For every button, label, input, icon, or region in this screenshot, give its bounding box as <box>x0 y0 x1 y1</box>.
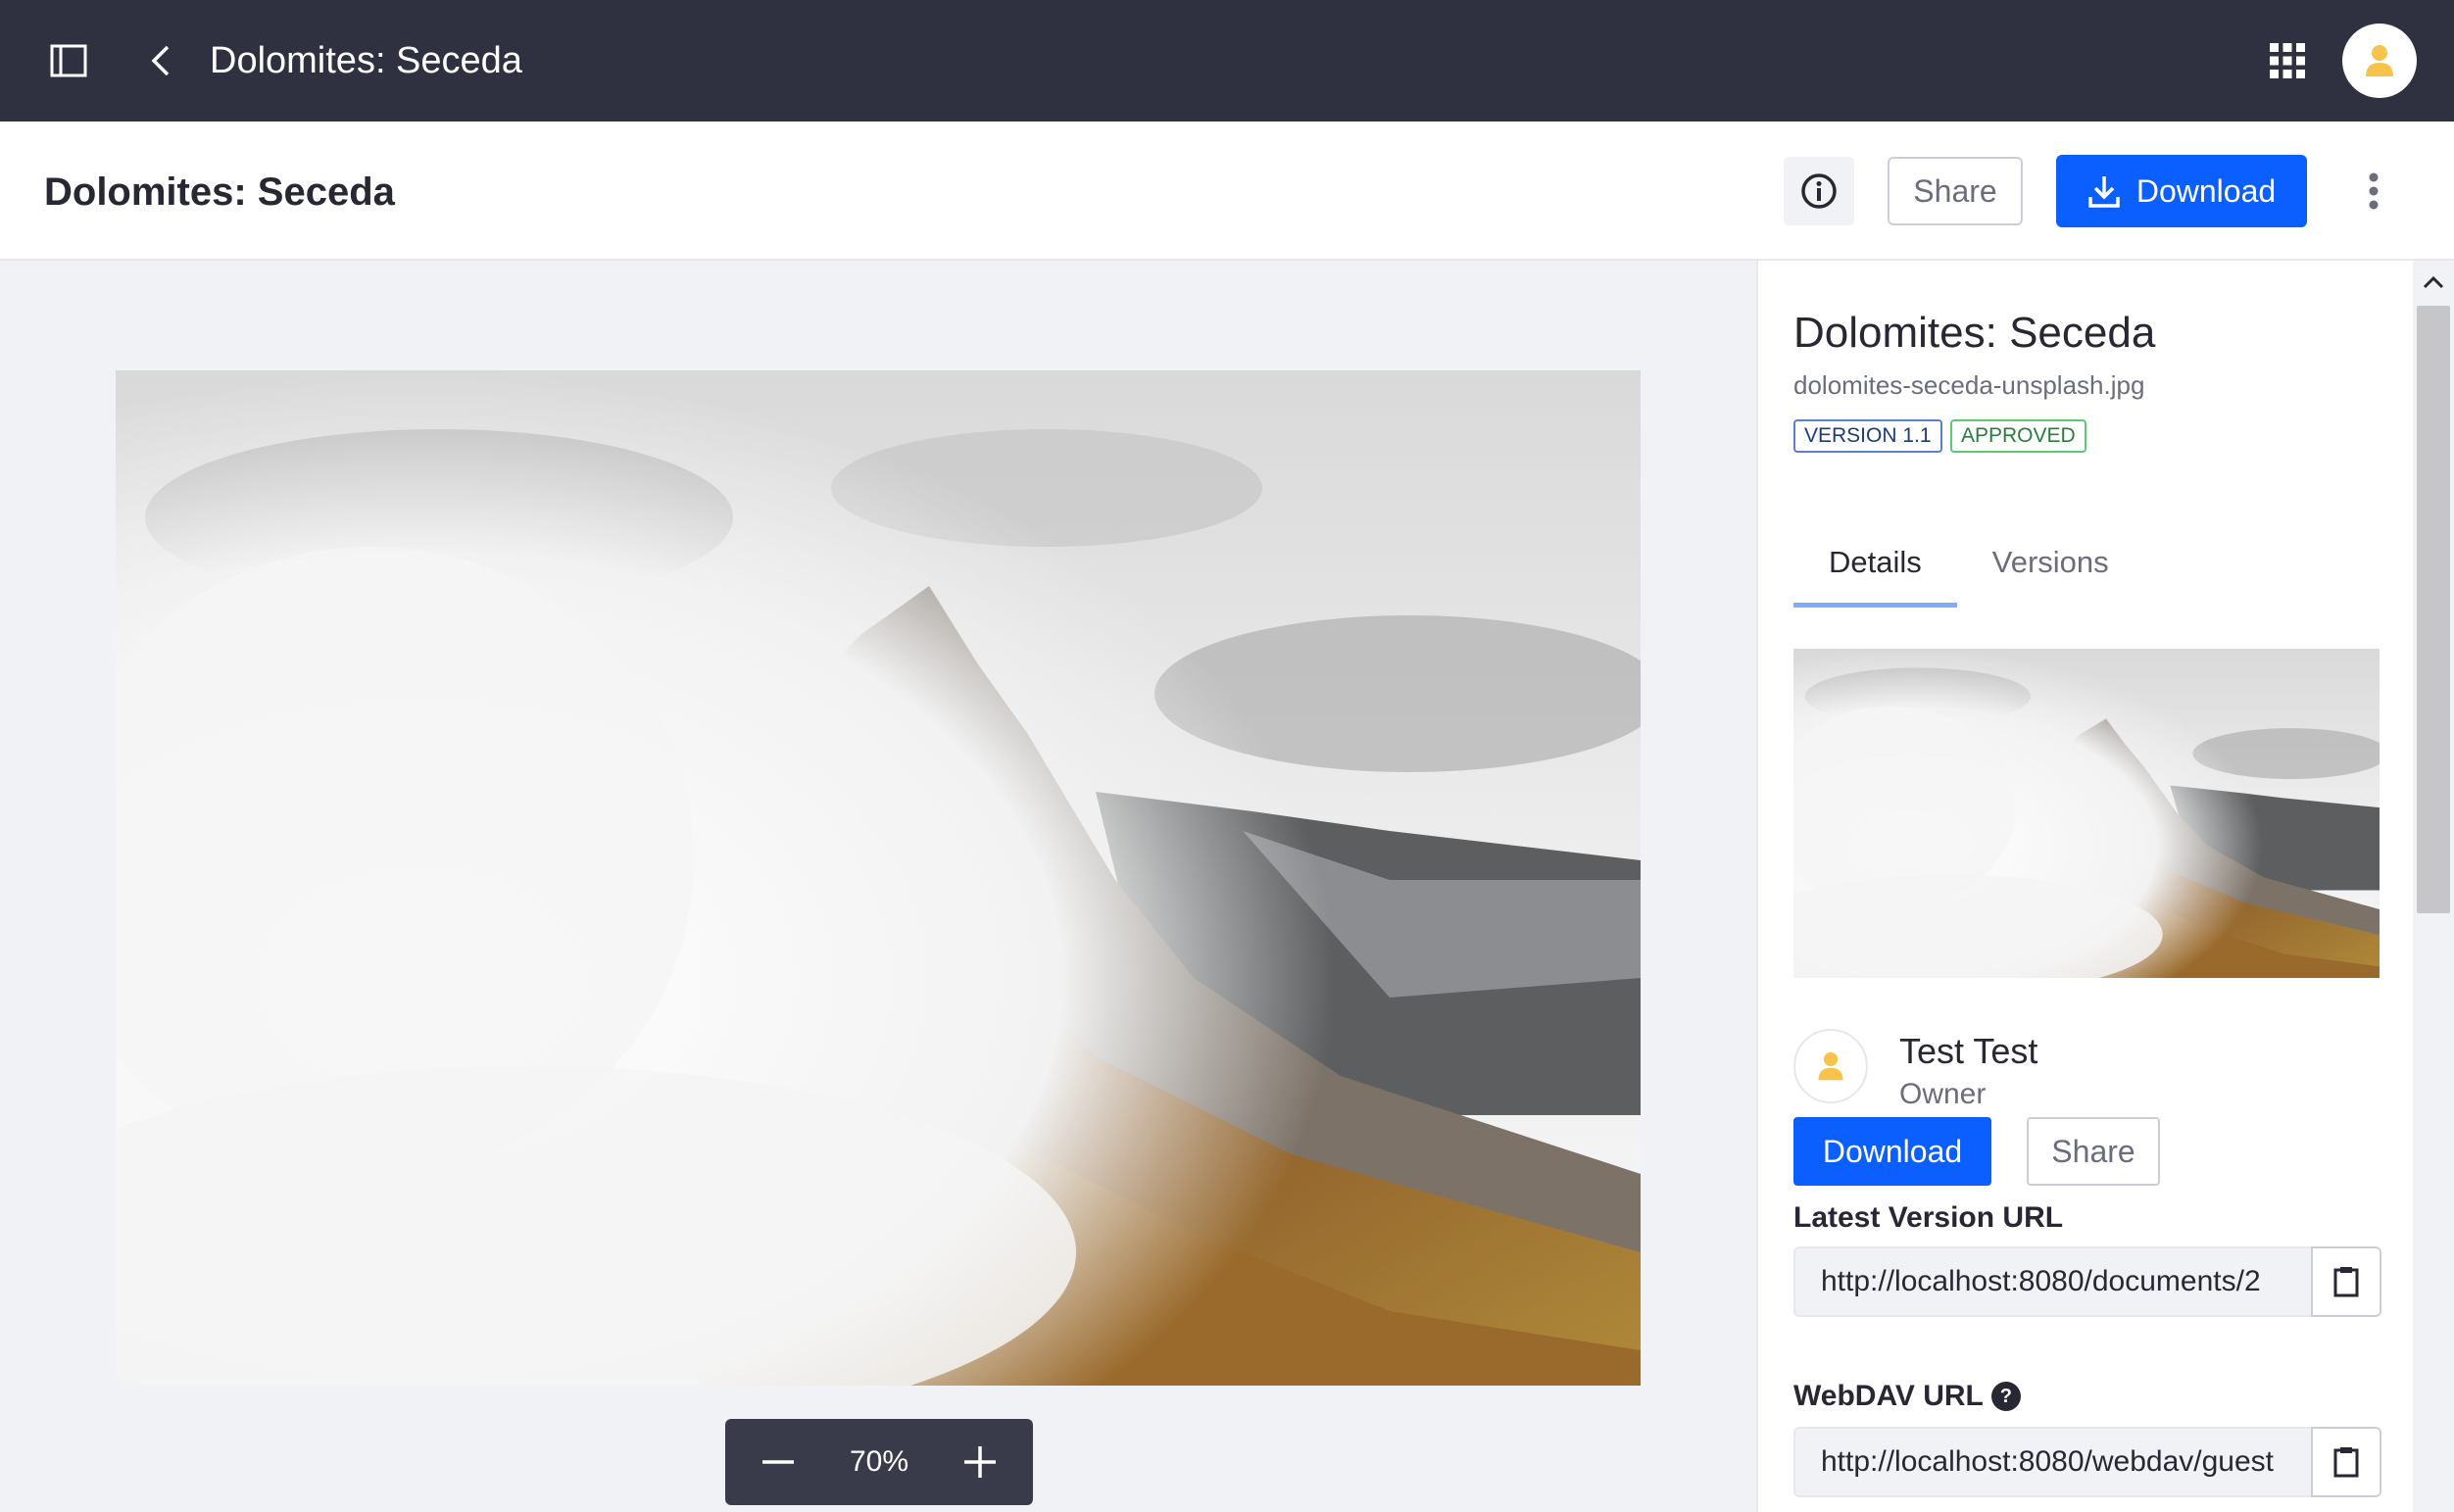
user-icon <box>1818 1051 1843 1081</box>
app-top-bar: Dolomites: Seceda <box>0 0 2454 122</box>
info-button[interactable] <box>1784 157 1854 225</box>
webdav-url-label: WebDAV URL ? <box>1793 1380 2021 1413</box>
owner-avatar <box>1793 1029 1868 1103</box>
zoom-level: 70% <box>849 1445 909 1478</box>
info-side-panel: Dolomites: Seceda dolomites-seceda-unspl… <box>1756 261 2413 1512</box>
download-button-label: Download <box>2135 172 2277 209</box>
webdav-url-input[interactable] <box>1793 1427 2311 1497</box>
page-title: Dolomites: Seceda <box>44 171 395 214</box>
download-icon <box>2088 176 2120 208</box>
preview-thumbnail <box>1793 649 2380 978</box>
clipboard-icon <box>2333 1447 2359 1478</box>
panel-download-button[interactable]: Download <box>1793 1117 1991 1186</box>
status-badge: APPROVED <box>1950 419 2086 453</box>
scroll-up-arrow-icon[interactable] <box>2413 261 2454 304</box>
info-icon <box>1801 173 1837 209</box>
owner-role: Owner <box>1899 1078 1987 1110</box>
app-title: Dolomites: Seceda <box>210 40 522 81</box>
tab-versions[interactable]: Versions <box>1957 541 2144 608</box>
latest-version-url-label-text: Latest Version URL <box>1793 1201 2064 1234</box>
tab-details[interactable]: Details <box>1793 541 1957 608</box>
file-name: dolomites-seceda-unsplash.jpg <box>1793 370 2145 400</box>
zoom-out-icon[interactable] <box>755 1439 802 1486</box>
panel-share-button[interactable]: Share <box>2027 1117 2160 1186</box>
more-options-icon[interactable] <box>2354 167 2393 216</box>
copy-latest-url-button[interactable] <box>2311 1246 2381 1317</box>
share-button[interactable]: Share <box>1888 157 2023 225</box>
back-arrow-icon[interactable] <box>139 39 182 82</box>
version-badge: VERSION 1.1 <box>1793 419 1942 453</box>
apps-grid-icon[interactable] <box>2266 39 2309 82</box>
user-avatar[interactable] <box>2342 24 2417 98</box>
panel-title: Dolomites: Seceda <box>1793 309 2156 357</box>
clipboard-icon <box>2333 1267 2359 1297</box>
copy-webdav-url-button[interactable] <box>2311 1427 2381 1497</box>
document-preview-image <box>116 370 1641 1386</box>
latest-version-url-group <box>1793 1246 2381 1317</box>
webdav-url-label-text: WebDAV URL <box>1793 1380 1984 1412</box>
download-button[interactable]: Download <box>2056 155 2307 227</box>
scrollbar-thumb[interactable] <box>2417 306 2450 913</box>
latest-version-url-label: Latest Version URL <box>1793 1201 2063 1235</box>
help-icon[interactable]: ? <box>1990 1382 2021 1411</box>
webdav-url-group <box>1793 1427 2381 1497</box>
zoom-in-icon[interactable] <box>957 1439 1004 1486</box>
image-viewer: 70% <box>0 261 1756 1512</box>
sidebar-toggle-icon[interactable] <box>47 39 90 82</box>
owner-name: Test Test <box>1899 1031 2038 1071</box>
page-header: Dolomites: Seceda Share Download <box>0 122 2454 261</box>
panel-scrollbar[interactable] <box>2413 261 2454 1512</box>
zoom-controls: 70% <box>725 1419 1033 1505</box>
panel-tabs: Details Versions <box>1793 541 2144 608</box>
user-icon <box>2366 45 2393 76</box>
latest-version-url-input[interactable] <box>1793 1246 2311 1317</box>
